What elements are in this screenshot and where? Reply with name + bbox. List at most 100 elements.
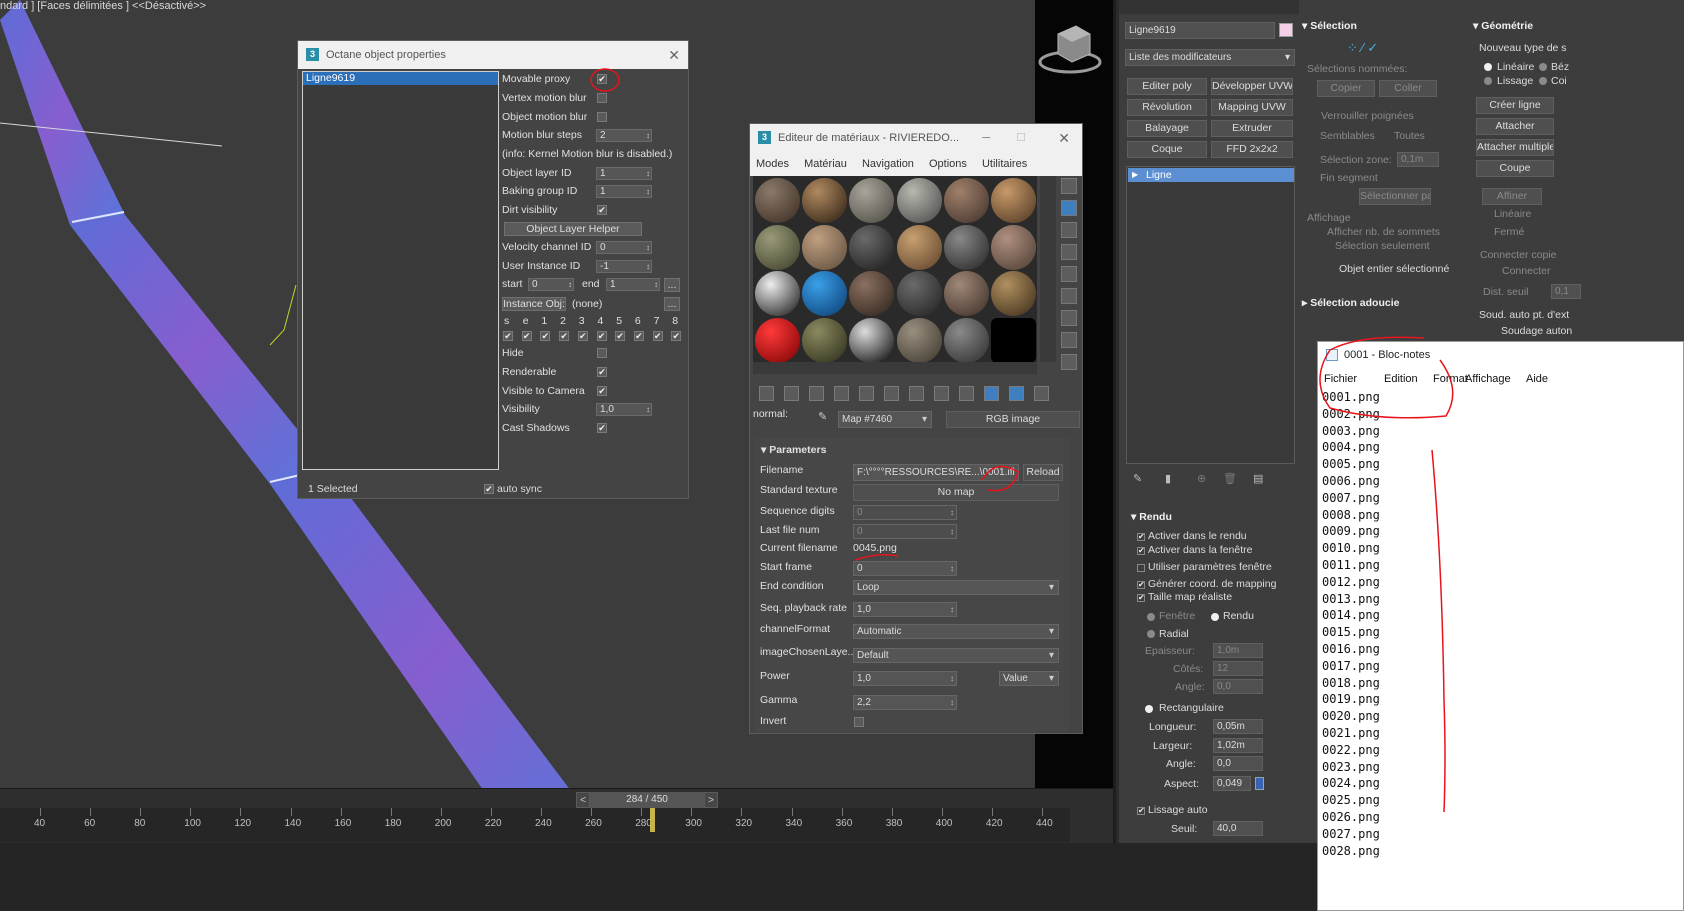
close-icon[interactable]: ✕ bbox=[668, 41, 680, 69]
next-frame-button[interactable]: > bbox=[704, 792, 718, 808]
dirt-visibility-checkbox[interactable]: ✔ bbox=[597, 205, 607, 215]
menu-modes[interactable]: Modes bbox=[756, 158, 789, 170]
layer-column-checkbox[interactable]: ✔ bbox=[596, 331, 607, 341]
mod-sweep-button[interactable]: Balayage bbox=[1127, 120, 1207, 137]
remove-modifier-icon[interactable]: 🗑 bbox=[1223, 472, 1237, 485]
rect-angle-spinner[interactable]: 0,0 bbox=[1213, 756, 1263, 771]
slot-hscrollbar[interactable] bbox=[753, 362, 1037, 374]
copy-button[interactable]: Copier bbox=[1317, 80, 1375, 97]
mod-uvw-map-button[interactable]: Mapping UVW bbox=[1211, 99, 1293, 116]
real-world-checkbox[interactable]: ✔ bbox=[1137, 594, 1145, 602]
put-to-library-icon[interactable] bbox=[884, 386, 899, 401]
material-sample-slot[interactable] bbox=[849, 178, 895, 223]
layer-column-checkbox[interactable]: ✔ bbox=[615, 331, 626, 341]
channel-format-dropdown[interactable]: Automatic bbox=[853, 624, 1059, 639]
vertex-motion-blur-checkbox[interactable] bbox=[597, 93, 607, 103]
command-panel-tabs[interactable] bbox=[1119, 0, 1299, 14]
viewcube-icon[interactable] bbox=[1038, 20, 1102, 78]
menu-utilities[interactable]: Utilitaires bbox=[982, 158, 1027, 170]
image-layer-dropdown[interactable]: Default bbox=[853, 648, 1059, 663]
end-spinner[interactable]: 1 bbox=[606, 278, 660, 291]
material-sample-slot[interactable] bbox=[802, 317, 848, 363]
threshold-distance-spinner[interactable]: 0,1 bbox=[1551, 284, 1581, 299]
smooth-radio[interactable] bbox=[1484, 77, 1492, 85]
reset-map-icon[interactable] bbox=[834, 386, 849, 401]
material-sample-slot[interactable] bbox=[802, 271, 848, 316]
material-navigator-icon[interactable] bbox=[1061, 354, 1077, 370]
layer-column-checkbox[interactable]: ✔ bbox=[577, 331, 588, 341]
mod-lathe-button[interactable]: Révolution bbox=[1127, 99, 1207, 116]
layer-column-checkbox[interactable]: ✔ bbox=[671, 331, 682, 341]
radial-radio[interactable] bbox=[1147, 630, 1155, 638]
show-end-result-icon[interactable] bbox=[959, 386, 974, 401]
parameters-header[interactable]: ▾ Parameters bbox=[761, 444, 826, 456]
material-sample-slot[interactable] bbox=[896, 224, 942, 270]
stack-item-line[interactable]: ▶ Ligne bbox=[1128, 168, 1294, 182]
cast-shadows-checkbox[interactable]: ✔ bbox=[597, 423, 607, 433]
go-to-parent-icon[interactable] bbox=[984, 386, 999, 401]
subobject-level-icons[interactable]: ⁘ ∕ ✓ bbox=[1347, 40, 1407, 56]
mod-shell-button[interactable]: Coque bbox=[1127, 141, 1207, 158]
assign-material-icon[interactable] bbox=[809, 386, 824, 401]
menu-file[interactable]: Fichier bbox=[1324, 368, 1357, 390]
time-slider[interactable]: < 284 / 450 > bbox=[576, 792, 718, 808]
power-mode-dropdown[interactable]: Value bbox=[999, 671, 1059, 686]
layer-column-checkbox[interactable]: ✔ bbox=[503, 331, 513, 341]
enable-render-checkbox[interactable]: ✔ bbox=[1137, 533, 1145, 541]
visibility-spinner[interactable]: 1,0 bbox=[596, 403, 652, 416]
material-sample-slot[interactable] bbox=[991, 317, 1036, 363]
mod-edit-poly-button[interactable]: Editer poly bbox=[1127, 78, 1207, 95]
hide-checkbox[interactable] bbox=[597, 348, 607, 358]
layer-column-checkbox[interactable]: ✔ bbox=[652, 331, 663, 341]
select-by-button[interactable]: Sélectionner par... bbox=[1359, 188, 1431, 205]
options-icon[interactable] bbox=[1061, 310, 1077, 326]
invert-checkbox[interactable] bbox=[854, 717, 864, 727]
soft-selection-header[interactable]: ▸ Sélection adoucie bbox=[1302, 297, 1399, 309]
minimize-icon[interactable]: ─ bbox=[982, 124, 990, 152]
viewport-label[interactable]: ndard ] [Faces délimitées ] <<Désactivé>… bbox=[0, 0, 206, 12]
baking-group-id-spinner[interactable]: 1 bbox=[596, 185, 652, 198]
material-sample-slot[interactable] bbox=[943, 271, 989, 316]
menu-options[interactable]: Options bbox=[929, 158, 967, 170]
aspect-spinner[interactable]: 0,049 bbox=[1213, 776, 1251, 791]
configure-sets-icon[interactable]: ▤ bbox=[1253, 472, 1263, 485]
layer-column-checkbox[interactable]: ✔ bbox=[633, 331, 644, 341]
paste-button[interactable]: Coller bbox=[1379, 80, 1437, 97]
background-icon[interactable] bbox=[1061, 222, 1077, 238]
sides-spinner[interactable]: 12 bbox=[1213, 661, 1263, 676]
rectangular-radio[interactable] bbox=[1145, 705, 1153, 713]
create-line-button[interactable]: Créer ligne bbox=[1476, 97, 1554, 114]
refine-button[interactable]: Affiner bbox=[1482, 188, 1542, 205]
layer-column-checkbox[interactable]: ✔ bbox=[521, 331, 532, 341]
modifier-stack[interactable]: ▶ Ligne bbox=[1126, 166, 1295, 464]
object-layer-helper-button[interactable]: Object Layer Helper bbox=[504, 222, 642, 236]
no-map-button[interactable]: No map bbox=[853, 484, 1059, 501]
layer-column-checkbox[interactable]: ✔ bbox=[540, 331, 551, 341]
show-in-viewport-icon[interactable] bbox=[934, 386, 949, 401]
corner-radio[interactable] bbox=[1539, 77, 1547, 85]
pin-stack-icon[interactable]: ✎ bbox=[1133, 472, 1142, 485]
renderer-radio[interactable] bbox=[1211, 613, 1219, 621]
eyedropper-icon[interactable]: ✎ bbox=[818, 410, 830, 423]
sample-type-icon[interactable] bbox=[1061, 178, 1077, 194]
material-sample-slot[interactable] bbox=[896, 178, 942, 223]
movable-proxy-checkbox[interactable]: ✔ bbox=[597, 74, 607, 84]
notepad-titlebar[interactable]: 0001 - Bloc-notes bbox=[1318, 342, 1683, 368]
make-unique-icon[interactable] bbox=[859, 386, 874, 401]
material-sample-slot[interactable] bbox=[755, 271, 800, 316]
filename-field[interactable]: F:\°°°°RESSOURCES\RE...\0001.ifl bbox=[853, 464, 1019, 481]
mod-ffd-button[interactable]: FFD 2x2x2 bbox=[1211, 141, 1293, 158]
seq-playback-spinner[interactable]: 1,0 bbox=[853, 602, 957, 617]
modifier-list-dropdown[interactable]: Liste des modificateurs ▾ bbox=[1125, 49, 1295, 66]
auto-sync-checkbox[interactable]: ✔ bbox=[484, 484, 494, 494]
bezier-radio[interactable] bbox=[1539, 63, 1547, 71]
last-file-num-spinner[interactable]: 0 bbox=[853, 524, 957, 539]
auto-smooth-checkbox[interactable]: ✔ bbox=[1137, 807, 1145, 815]
instance-pick-button[interactable]: ... bbox=[664, 297, 680, 311]
attach-button[interactable]: Attacher bbox=[1476, 118, 1554, 135]
start-spinner[interactable]: 0 bbox=[528, 278, 574, 291]
object-list[interactable]: Ligne9619 bbox=[302, 71, 499, 470]
timeline-ruler[interactable]: 40 60 80 100 120 140 160 180 200 220 240 260 280 300 3… bbox=[0, 808, 1070, 842]
timeline[interactable]: < 284 / 450 > 40 60 80 100 120 140 160 180 200 22… bbox=[0, 788, 1113, 843]
gamma-spinner[interactable]: 2,2 bbox=[853, 695, 957, 710]
